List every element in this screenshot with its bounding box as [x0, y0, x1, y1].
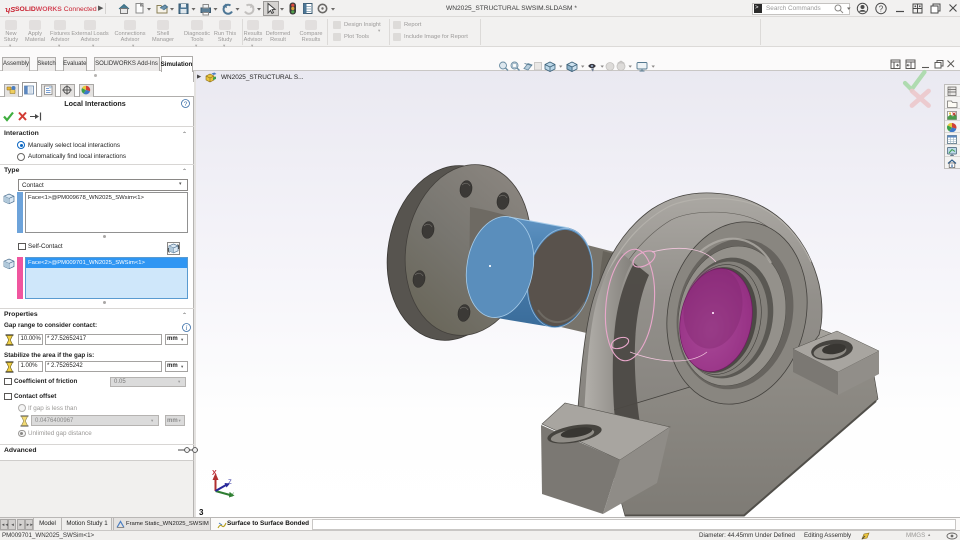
svg-text:Y: Y: [230, 493, 234, 499]
svg-text:X: X: [212, 470, 217, 477]
svg-text:Z: Z: [228, 480, 232, 486]
